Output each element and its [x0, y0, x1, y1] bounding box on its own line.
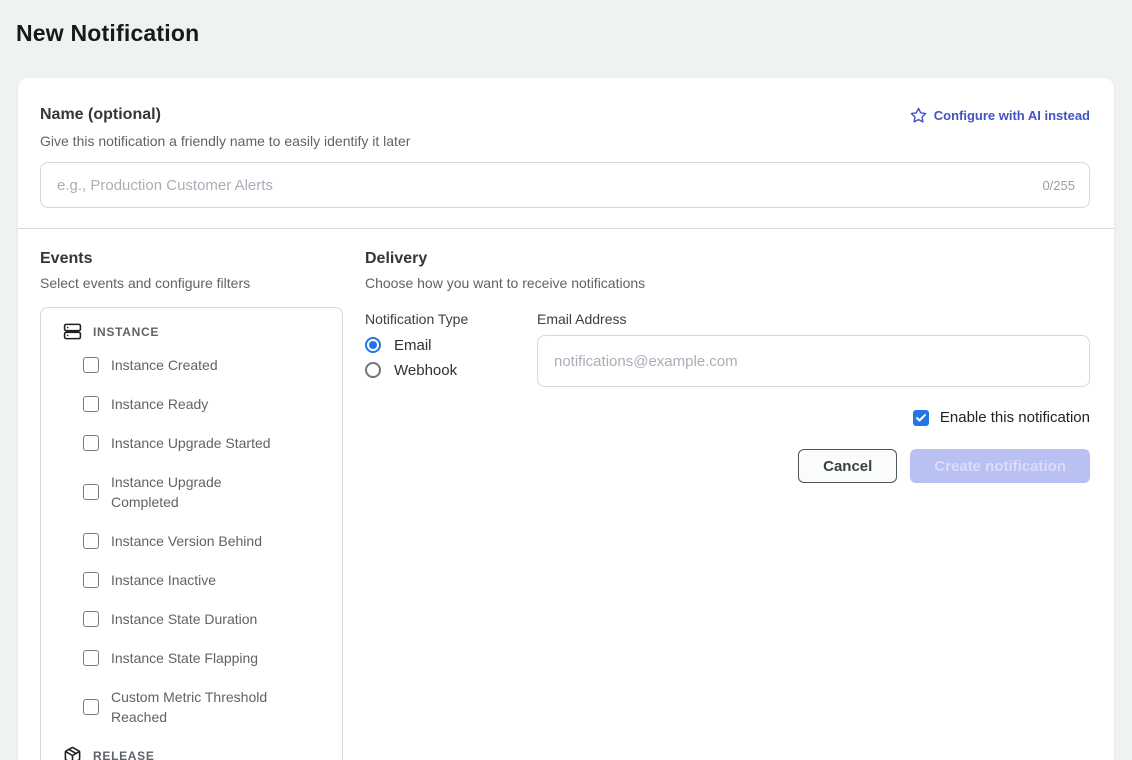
name-input[interactable] [45, 163, 1042, 207]
checkbox[interactable] [83, 484, 99, 500]
checkbox[interactable] [83, 572, 99, 588]
checkbox[interactable] [83, 699, 99, 715]
delivery-subtitle: Choose how you want to receive notificat… [365, 275, 1090, 291]
group-header-release: RELEASE [63, 746, 330, 760]
server-icon [63, 322, 82, 341]
checkbox[interactable] [83, 650, 99, 666]
group-label: INSTANCE [93, 325, 159, 339]
event-label: Instance Upgrade Completed [111, 472, 291, 512]
radio-option-webhook[interactable]: Webhook [365, 360, 537, 380]
checkbox[interactable] [83, 396, 99, 412]
events-section: Events Select events and configure filte… [40, 250, 343, 760]
name-section: Name (optional) Configure with AI instea… [18, 78, 1114, 208]
event-row-instance-ready[interactable]: Instance Ready [83, 394, 330, 414]
event-row-instance-upgrade-started[interactable]: Instance Upgrade Started [83, 433, 330, 453]
group-header-instance: INSTANCE [63, 322, 330, 341]
name-input-wrap: 0/255 [40, 162, 1090, 208]
checkbox[interactable] [83, 611, 99, 627]
event-label: Instance State Flapping [111, 648, 258, 668]
checkbox[interactable] [83, 533, 99, 549]
radio-label: Webhook [394, 362, 457, 379]
email-input[interactable] [537, 335, 1090, 387]
event-row-instance-state-duration[interactable]: Instance State Duration [83, 609, 330, 629]
checkmark-icon [915, 412, 927, 424]
radio-label: Email [394, 337, 432, 354]
package-icon [63, 746, 82, 760]
event-row-custom-metric-threshold[interactable]: Custom Metric Threshold Reached [83, 687, 330, 727]
event-row-instance-version-behind[interactable]: Instance Version Behind [83, 531, 330, 551]
checkbox[interactable] [83, 357, 99, 373]
new-notification-card: Name (optional) Configure with AI instea… [18, 78, 1114, 760]
configure-with-ai-link[interactable]: Configure with AI instead [910, 107, 1090, 124]
event-label: Instance Version Behind [111, 531, 262, 551]
event-label: Custom Metric Threshold Reached [111, 687, 291, 727]
events-title: Events [40, 250, 343, 268]
name-description: Give this notification a friendly name t… [40, 133, 1090, 149]
checkbox[interactable] [83, 435, 99, 451]
delivery-section: Delivery Choose how you want to receive … [365, 250, 1090, 483]
events-list[interactable]: INSTANCE Instance Created Instance Ready… [40, 307, 343, 760]
group-label: RELEASE [93, 749, 155, 760]
enable-label: Enable this notification [940, 409, 1090, 426]
events-subtitle: Select events and configure filters [40, 275, 343, 291]
email-address-label: Email Address [537, 311, 1090, 327]
checked-checkbox-icon[interactable] [913, 410, 929, 426]
notification-type-options: Email Webhook [365, 335, 537, 380]
notification-type-label: Notification Type [365, 311, 537, 327]
create-notification-button[interactable]: Create notification [910, 449, 1090, 483]
name-label: Name (optional) [40, 106, 161, 124]
page-title: New Notification [16, 20, 199, 47]
event-label: Instance State Duration [111, 609, 257, 629]
char-counter: 0/255 [1042, 178, 1075, 193]
delivery-title: Delivery [365, 250, 1090, 268]
cancel-button[interactable]: Cancel [798, 449, 897, 483]
event-label: Instance Created [111, 355, 218, 375]
event-row-instance-inactive[interactable]: Instance Inactive [83, 570, 330, 590]
radio-option-email[interactable]: Email [365, 335, 537, 355]
event-row-instance-created[interactable]: Instance Created [83, 355, 330, 375]
form-actions: Cancel Create notification [365, 449, 1090, 483]
event-label: Instance Inactive [111, 570, 216, 590]
radio-unselected-icon[interactable] [365, 362, 381, 378]
star-icon [910, 107, 927, 124]
event-row-instance-state-flapping[interactable]: Instance State Flapping [83, 648, 330, 668]
event-label: Instance Upgrade Started [111, 433, 271, 453]
event-row-instance-upgrade-completed[interactable]: Instance Upgrade Completed [83, 472, 330, 512]
enable-notification-toggle[interactable]: Enable this notification [365, 409, 1090, 426]
ai-link-label: Configure with AI instead [934, 108, 1090, 123]
radio-selected-icon[interactable] [365, 337, 381, 353]
event-label: Instance Ready [111, 394, 208, 414]
